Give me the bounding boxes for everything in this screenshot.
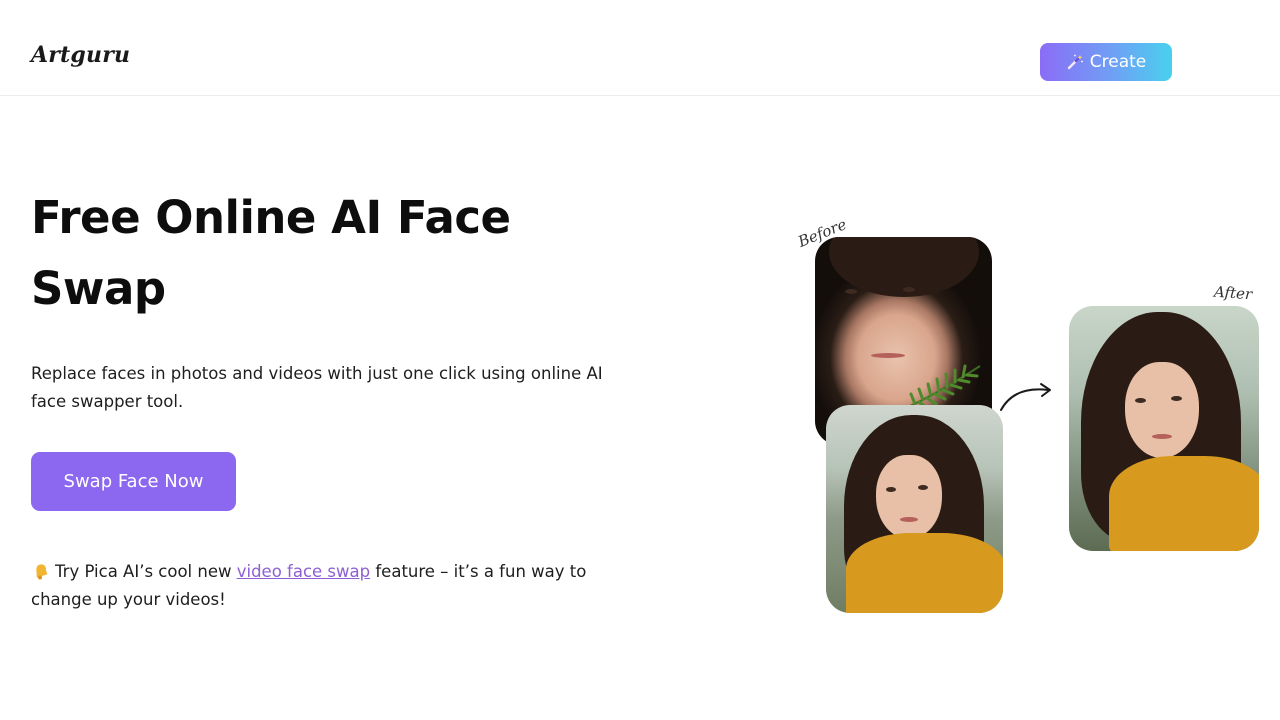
create-button[interactable]: Create — [1040, 43, 1172, 81]
after-label: After — [1213, 282, 1253, 304]
magic-wand-icon — [1067, 54, 1083, 70]
site-header: Artguru Create — [0, 0, 1280, 96]
create-button-label: Create — [1089, 52, 1147, 72]
promo-prefix: Try Pica AI’s cool new — [55, 562, 237, 581]
leaf-decoration — [909, 364, 981, 410]
bell-icon — [36, 564, 48, 580]
hero-description: Replace faces in photos and videos with … — [31, 364, 603, 411]
before-photo-girl — [826, 405, 1003, 613]
swap-face-now-button[interactable]: Swap Face Now — [31, 452, 236, 511]
after-photo-girl — [1069, 306, 1259, 551]
page-title: Free Online AI Face Swap — [31, 191, 511, 315]
arrow-icon — [1000, 383, 1051, 411]
logo[interactable]: Artguru — [31, 42, 130, 68]
video-face-swap-link[interactable]: video face swap — [237, 562, 370, 581]
promo-text: Try Pica AI’s cool new video face swap f… — [31, 558, 611, 614]
